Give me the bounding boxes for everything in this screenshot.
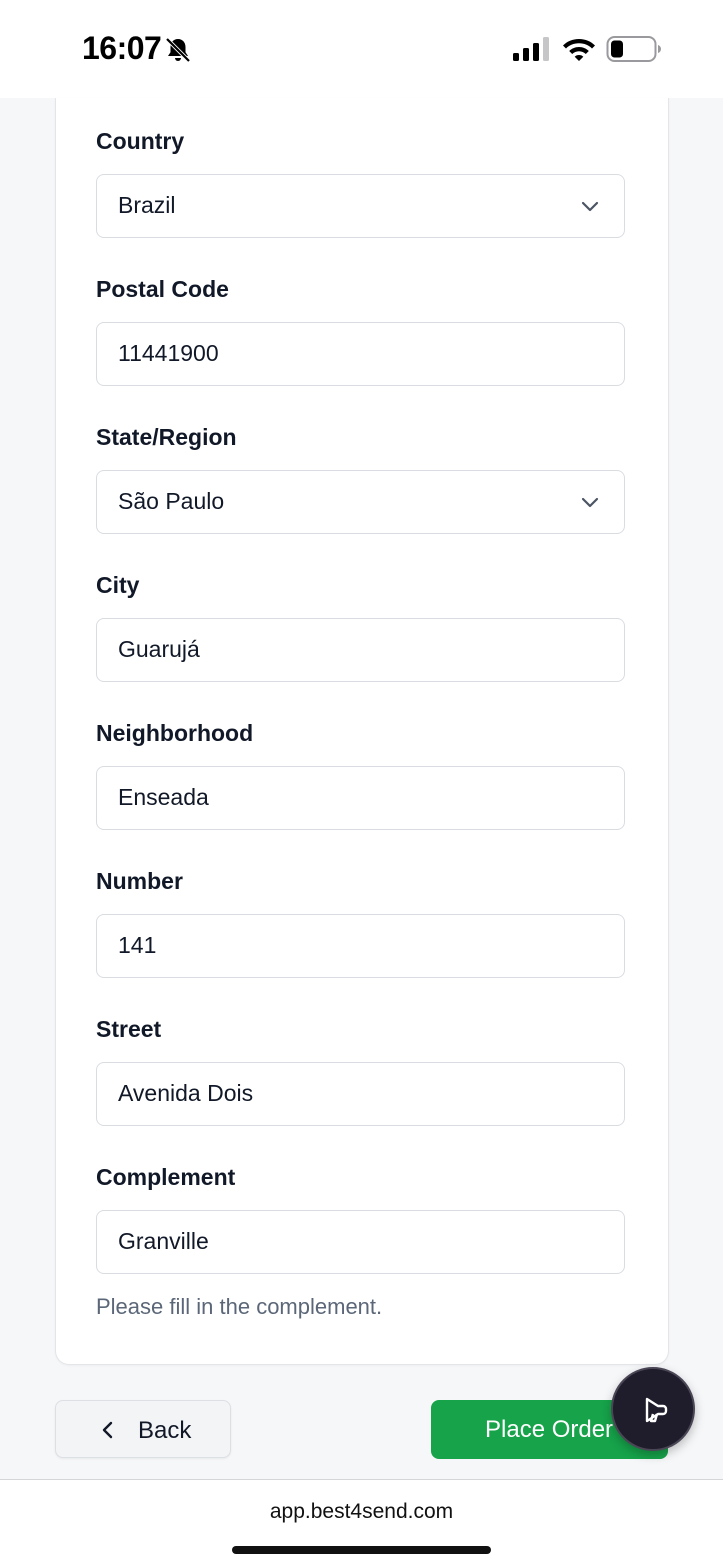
status-time: 16:07 bbox=[82, 30, 162, 66]
back-button-label: Back bbox=[138, 1417, 192, 1444]
chevron-down-icon bbox=[581, 497, 599, 508]
street-input[interactable]: Avenida Dois bbox=[96, 1062, 625, 1126]
complement-input[interactable]: Granville bbox=[96, 1210, 625, 1274]
wifi-icon bbox=[563, 39, 595, 61]
country-label: Country bbox=[96, 128, 185, 154]
number-label: Number bbox=[96, 868, 183, 894]
complement-value: Granville bbox=[118, 1228, 209, 1254]
neighborhood-value: Enseada bbox=[118, 784, 209, 810]
place-order-label: Place Order bbox=[485, 1416, 614, 1443]
status-bar: 16:07 bbox=[0, 0, 723, 98]
complement-label: Complement bbox=[96, 1164, 236, 1190]
browser-url[interactable]: app.best4send.com bbox=[0, 1500, 723, 1524]
number-value: 141 bbox=[118, 932, 157, 958]
megaphone-icon bbox=[645, 1397, 668, 1423]
battery-icon bbox=[606, 36, 661, 62]
state-region-select[interactable]: São Paulo bbox=[96, 470, 625, 534]
home-indicator[interactable] bbox=[232, 1546, 491, 1554]
city-value: Guarujá bbox=[118, 636, 200, 662]
neighborhood-input[interactable]: Enseada bbox=[96, 766, 625, 830]
browser-bottom-bar: app.best4send.com bbox=[0, 1479, 723, 1568]
announcement-fab[interactable] bbox=[611, 1367, 695, 1451]
postal-code-label: Postal Code bbox=[96, 276, 229, 302]
country-value: Brazil bbox=[118, 192, 176, 218]
neighborhood-label: Neighborhood bbox=[96, 720, 254, 746]
street-label: Street bbox=[96, 1016, 162, 1042]
postal-code-input[interactable]: 11441900 bbox=[96, 322, 625, 386]
street-value: Avenida Dois bbox=[118, 1080, 254, 1106]
cellular-signal-icon bbox=[513, 37, 549, 61]
back-button[interactable]: Back bbox=[55, 1400, 231, 1458]
chevron-left-icon bbox=[102, 1421, 113, 1439]
chevron-down-icon bbox=[581, 201, 599, 212]
city-label: City bbox=[96, 572, 140, 598]
city-input[interactable]: Guarujá bbox=[96, 618, 625, 682]
bell-slash-icon bbox=[165, 37, 191, 63]
complement-hint: Please fill in the complement. bbox=[96, 1294, 383, 1319]
country-select[interactable]: Brazil bbox=[96, 174, 625, 238]
postal-code-value: 11441900 bbox=[118, 340, 219, 366]
number-input[interactable]: 141 bbox=[96, 914, 625, 978]
state-region-label: State/Region bbox=[96, 424, 237, 450]
state-region-value: São Paulo bbox=[118, 488, 225, 514]
